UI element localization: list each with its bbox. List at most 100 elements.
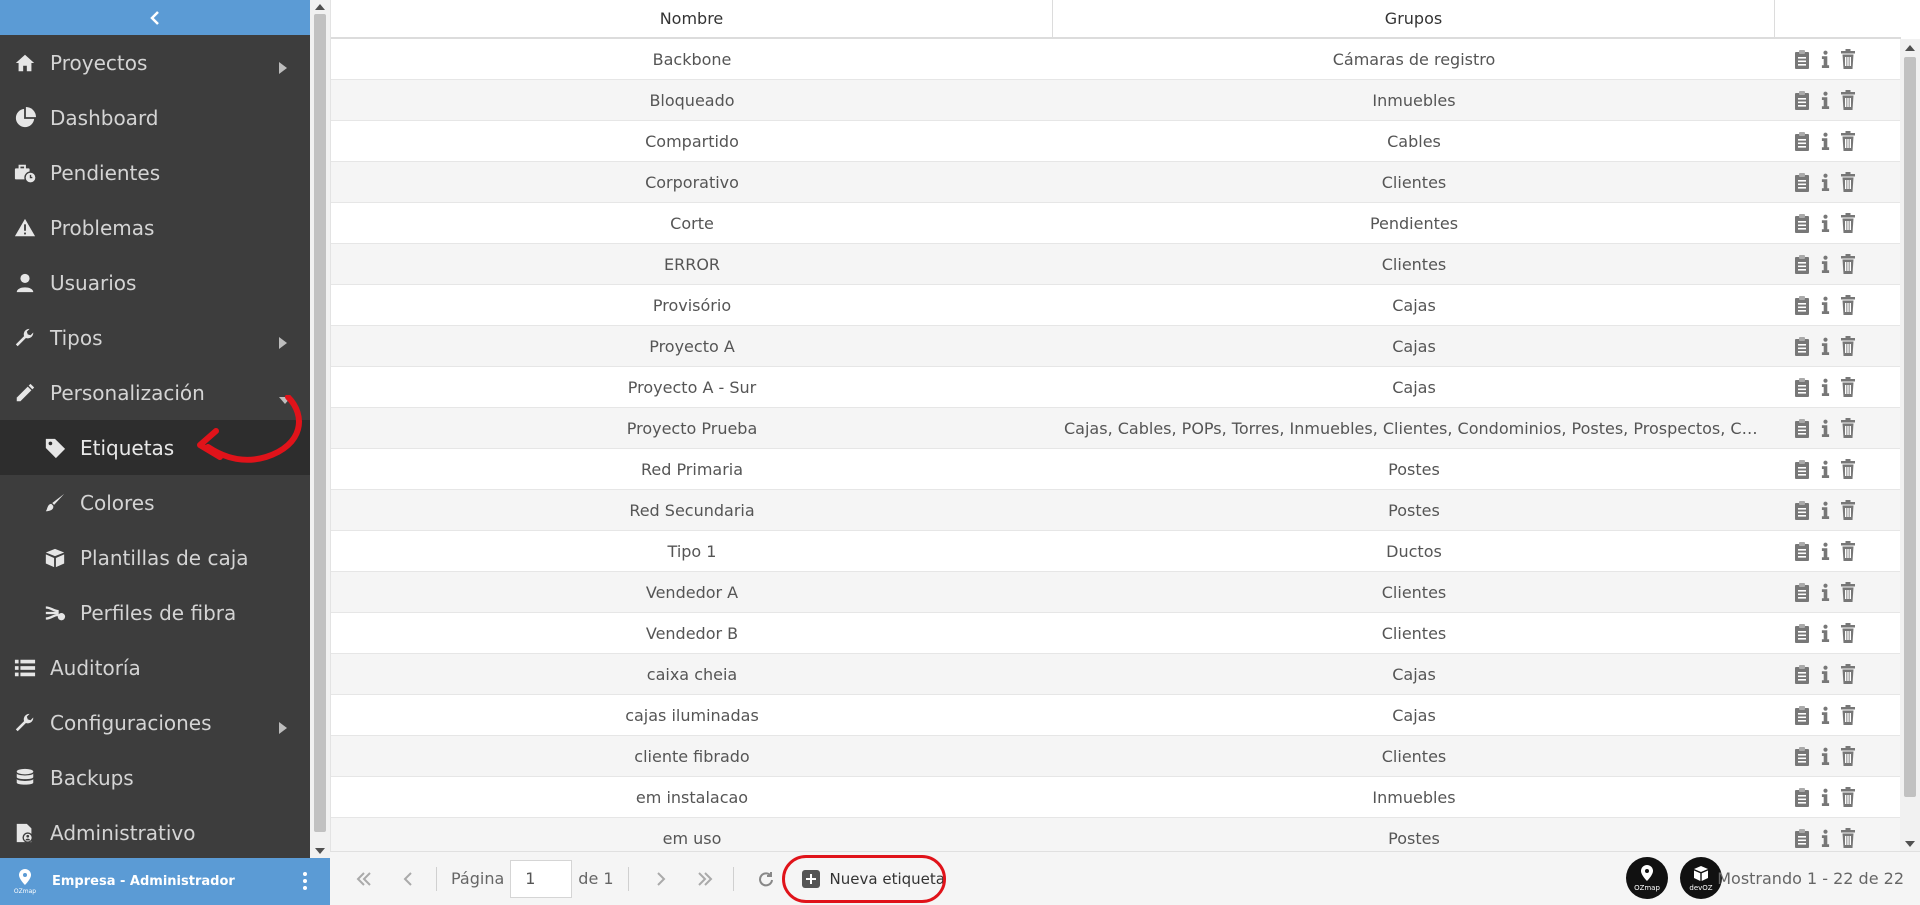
table-row[interactable]: Vendedor A Clientes (331, 572, 1901, 613)
info-icon[interactable] (1816, 254, 1834, 274)
table-row[interactable]: Red Secundaria Postes (331, 490, 1901, 531)
info-icon[interactable] (1816, 213, 1834, 233)
trash-icon[interactable] (1839, 172, 1857, 192)
info-icon[interactable] (1816, 459, 1834, 479)
first-page-button[interactable] (344, 859, 384, 899)
trash-icon[interactable] (1839, 541, 1857, 561)
clipboard-icon[interactable] (1793, 131, 1811, 151)
sidebar-item-perfiles-de-fibra[interactable]: Perfiles de fibra (0, 585, 310, 640)
table-row[interactable]: cajas iluminadas Cajas (331, 695, 1901, 736)
info-icon[interactable] (1816, 582, 1834, 602)
table-row[interactable]: Tipo 1 Ductos (331, 531, 1901, 572)
table-row[interactable]: Proyecto Prueba Cajas, Cables, POPs, Torr… (331, 408, 1901, 449)
scroll-up-arrow[interactable] (315, 4, 325, 10)
clipboard-icon[interactable] (1793, 787, 1811, 807)
clipboard-icon[interactable] (1793, 336, 1811, 356)
clipboard-icon[interactable] (1793, 295, 1811, 315)
clipboard-icon[interactable] (1793, 705, 1811, 725)
sidebar-item-auditoria[interactable]: Auditoría (0, 640, 310, 695)
scroll-up-arrow[interactable] (1905, 45, 1915, 51)
sidebar-item-usuarios[interactable]: Usuarios (0, 255, 310, 310)
trash-icon[interactable] (1839, 90, 1857, 110)
clipboard-icon[interactable] (1793, 254, 1811, 274)
column-header-grupos[interactable]: Grupos (1053, 0, 1775, 37)
trash-icon[interactable] (1839, 377, 1857, 397)
trash-icon[interactable] (1839, 295, 1857, 315)
previous-page-button[interactable] (388, 859, 428, 899)
scroll-down-arrow[interactable] (315, 848, 325, 854)
trash-icon[interactable] (1839, 459, 1857, 479)
table-row[interactable]: Proyecto A - Sur Cajas (331, 367, 1901, 408)
clipboard-icon[interactable] (1793, 459, 1811, 479)
sidebar-item-proyectos[interactable]: Proyectos (0, 35, 310, 90)
sidebar-item-personalizacion[interactable]: Personalización (0, 365, 310, 420)
trash-icon[interactable] (1839, 623, 1857, 643)
trash-icon[interactable] (1839, 49, 1857, 69)
clipboard-icon[interactable] (1793, 377, 1811, 397)
trash-icon[interactable] (1839, 254, 1857, 274)
table-scrollbar[interactable] (1900, 39, 1920, 851)
sidebar-collapse-button[interactable] (0, 0, 310, 35)
clipboard-icon[interactable] (1793, 49, 1811, 69)
trash-icon[interactable] (1839, 213, 1857, 233)
clipboard-icon[interactable] (1793, 418, 1811, 438)
clipboard-icon[interactable] (1793, 172, 1811, 192)
table-row[interactable]: Compartido Cables (331, 121, 1901, 162)
column-header-nombre[interactable]: Nombre (331, 0, 1053, 37)
trash-icon[interactable] (1839, 336, 1857, 356)
scroll-down-arrow[interactable] (1905, 841, 1915, 847)
table-row[interactable]: Corte Pendientes (331, 203, 1901, 244)
info-icon[interactable] (1816, 746, 1834, 766)
table-row[interactable]: em instalacao Inmuebles (331, 777, 1901, 818)
table-row[interactable]: caixa cheia Cajas (331, 654, 1901, 695)
sidebar-item-dashboard[interactable]: Dashboard (0, 90, 310, 145)
trash-icon[interactable] (1839, 582, 1857, 602)
info-icon[interactable] (1816, 418, 1834, 438)
info-icon[interactable] (1816, 336, 1834, 356)
page-number-input[interactable] (510, 859, 573, 898)
info-icon[interactable] (1816, 541, 1834, 561)
devoz-brand-logo[interactable]: devOZ (1680, 857, 1722, 899)
info-icon[interactable] (1816, 664, 1834, 684)
new-tag-button[interactable]: Nueva etiqueta (781, 854, 955, 903)
trash-icon[interactable] (1839, 500, 1857, 520)
trash-icon[interactable] (1839, 705, 1857, 725)
scrollbar-thumb[interactable] (1904, 57, 1916, 797)
sidebar-scrollbar[interactable] (310, 0, 330, 858)
sidebar-item-tipos[interactable]: Tipos (0, 310, 310, 365)
info-icon[interactable] (1816, 131, 1834, 151)
sidebar-item-backups[interactable]: Backups (0, 750, 310, 805)
more-options-icon[interactable] (302, 872, 308, 892)
trash-icon[interactable] (1839, 828, 1857, 848)
sidebar-item-colores[interactable]: Colores (0, 475, 310, 530)
trash-icon[interactable] (1839, 746, 1857, 766)
table-row[interactable]: Red Primaria Postes (331, 449, 1901, 490)
clipboard-icon[interactable] (1793, 541, 1811, 561)
table-row[interactable]: em uso Postes (331, 818, 1901, 851)
info-icon[interactable] (1816, 623, 1834, 643)
trash-icon[interactable] (1839, 131, 1857, 151)
info-icon[interactable] (1816, 787, 1834, 807)
info-icon[interactable] (1816, 828, 1834, 848)
table-row[interactable]: Provisório Cajas (331, 285, 1901, 326)
table-row[interactable]: Backbone Cámaras de registro (331, 39, 1901, 80)
clipboard-icon[interactable] (1793, 582, 1811, 602)
table-row[interactable]: cliente fibrado Clientes (331, 736, 1901, 777)
ozmap-brand-logo[interactable]: OZmap (1626, 857, 1668, 899)
info-icon[interactable] (1816, 500, 1834, 520)
clipboard-icon[interactable] (1793, 623, 1811, 643)
table-row[interactable]: Corporativo Clientes (331, 162, 1901, 203)
clipboard-icon[interactable] (1793, 828, 1811, 848)
info-icon[interactable] (1816, 90, 1834, 110)
info-icon[interactable] (1816, 705, 1834, 725)
clipboard-icon[interactable] (1793, 213, 1811, 233)
sidebar-item-configuraciones[interactable]: Configuraciones (0, 695, 310, 750)
clipboard-icon[interactable] (1793, 664, 1811, 684)
info-icon[interactable] (1816, 295, 1834, 315)
last-page-button[interactable] (685, 859, 725, 899)
trash-icon[interactable] (1839, 664, 1857, 684)
sidebar-item-problemas[interactable]: Problemas (0, 200, 310, 255)
scrollbar-thumb[interactable] (314, 14, 326, 832)
refresh-button[interactable] (746, 859, 786, 899)
sidebar-item-administrativo[interactable]: Administrativo (0, 805, 310, 860)
